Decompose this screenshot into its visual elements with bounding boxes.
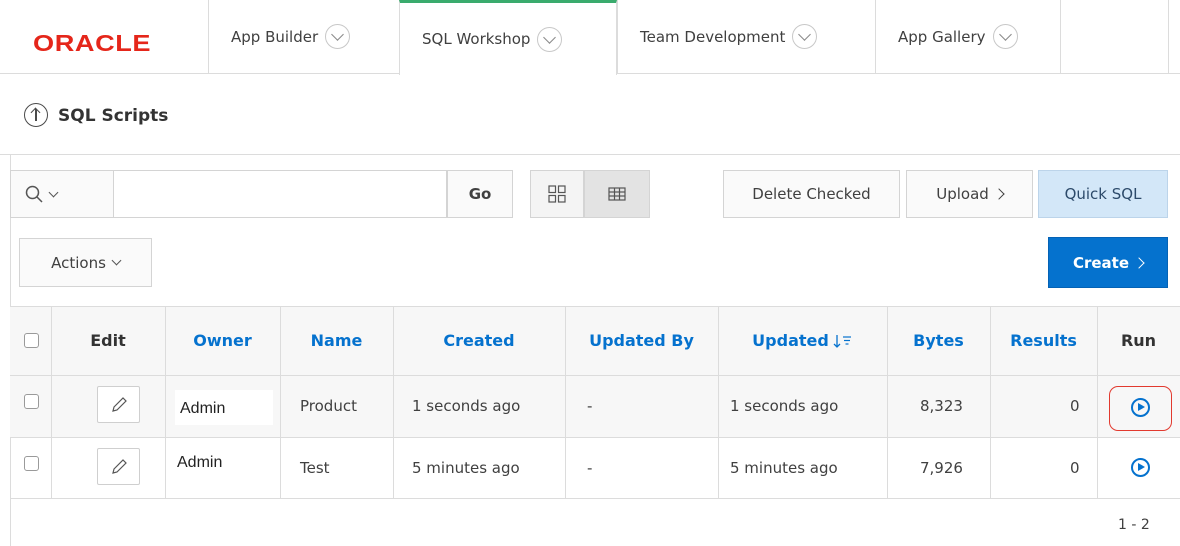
- column-header-edit: Edit: [90, 331, 126, 350]
- updated-by-cell: -: [587, 458, 593, 477]
- oracle-logo: ORACLE: [33, 30, 152, 56]
- name-cell: Product: [300, 397, 357, 415]
- upload-label: Upload: [936, 185, 989, 203]
- run-icon[interactable]: [1131, 398, 1150, 417]
- edit-button[interactable]: [97, 386, 140, 423]
- pagination-text: 1 - 2: [1118, 517, 1150, 533]
- tab-label: SQL Workshop: [422, 30, 531, 48]
- sort-descending-icon: [833, 334, 851, 348]
- column-header-bytes[interactable]: Bytes: [887, 306, 990, 375]
- chevron-down-icon[interactable]: [992, 24, 1018, 49]
- created-cell: 1 seconds ago: [412, 397, 521, 415]
- page-title: SQL Scripts: [58, 106, 169, 126]
- column-header-results[interactable]: Results: [990, 306, 1097, 375]
- updated-cell: 1 seconds ago: [730, 397, 839, 415]
- column-header-updated[interactable]: Updated: [718, 306, 887, 375]
- results-cell: 0: [1070, 458, 1080, 477]
- column-header-run: Run: [1120, 331, 1157, 350]
- chevron-down-icon[interactable]: [325, 24, 351, 49]
- tab-label: App Builder: [231, 27, 319, 46]
- results-cell: 0: [1070, 397, 1080, 415]
- updated-header-label: Updated: [752, 331, 829, 350]
- column-header-name[interactable]: Name: [280, 306, 393, 375]
- go-button[interactable]: Go: [447, 170, 513, 218]
- divider: [10, 437, 1180, 438]
- owner-cell: Admin: [180, 400, 226, 417]
- actions-menu-button[interactable]: Actions: [19, 238, 152, 287]
- create-button[interactable]: Create: [1048, 237, 1168, 288]
- row-checkbox[interactable]: [24, 456, 39, 471]
- column-header-owner[interactable]: Owner: [165, 306, 280, 375]
- upload-button[interactable]: Upload: [906, 170, 1033, 218]
- bytes-cell: 7,926: [920, 458, 963, 477]
- updated-cell: 5 minutes ago: [730, 458, 838, 477]
- top-navigation-bar: ORACLE App Builder SQL Workshop Team Dev…: [0, 0, 1180, 75]
- bytes-cell: 8,323: [920, 397, 963, 415]
- tab-spacer: [1060, 0, 1168, 73]
- chevron-right-icon: [1133, 256, 1145, 269]
- chevron-right-icon: [993, 188, 1005, 200]
- row-checkbox[interactable]: [24, 394, 39, 409]
- divider: [1168, 0, 1169, 73]
- search-column-button[interactable]: [10, 170, 113, 218]
- chevron-down-icon[interactable]: [792, 24, 818, 49]
- tab-sql-workshop[interactable]: SQL Workshop: [399, 0, 617, 75]
- quick-sql-button[interactable]: Quick SQL: [1038, 170, 1168, 218]
- pencil-icon: [111, 458, 127, 474]
- tab-app-gallery[interactable]: App Gallery: [875, 0, 1060, 73]
- delete-checked-button[interactable]: Delete Checked: [723, 170, 900, 218]
- table-icon: [608, 187, 626, 201]
- column-header-updated-by[interactable]: Updated By: [565, 306, 718, 375]
- divider: [10, 498, 1180, 499]
- page-header: [0, 74, 1180, 155]
- report-view-button[interactable]: [584, 170, 650, 218]
- search-input[interactable]: [113, 170, 447, 218]
- owner-cell: Admin: [177, 454, 223, 471]
- run-icon[interactable]: [1131, 458, 1150, 477]
- divider: [10, 375, 1180, 376]
- actions-label: Actions: [51, 253, 106, 272]
- select-all-checkbox[interactable]: [24, 333, 39, 348]
- icon-view-button[interactable]: [530, 170, 584, 218]
- tab-label: App Gallery: [898, 27, 986, 46]
- chevron-down-icon[interactable]: [537, 26, 563, 52]
- create-label: Create: [1072, 253, 1130, 272]
- updated-by-cell: -: [587, 397, 593, 415]
- grid-icon: [548, 185, 566, 203]
- tab-app-builder[interactable]: App Builder: [208, 0, 399, 73]
- edit-button[interactable]: [97, 448, 140, 485]
- name-cell: Test: [300, 458, 330, 477]
- pencil-icon: [111, 396, 127, 412]
- tab-label: Team Development: [640, 27, 786, 46]
- arrow-up-icon[interactable]: [24, 103, 48, 127]
- tab-team-development[interactable]: Team Development: [617, 0, 875, 73]
- created-cell: 5 minutes ago: [412, 458, 520, 477]
- chevron-down-icon: [111, 255, 122, 266]
- search-icon: [25, 185, 43, 203]
- column-header-created[interactable]: Created: [393, 306, 565, 375]
- chevron-down-icon: [48, 187, 59, 197]
